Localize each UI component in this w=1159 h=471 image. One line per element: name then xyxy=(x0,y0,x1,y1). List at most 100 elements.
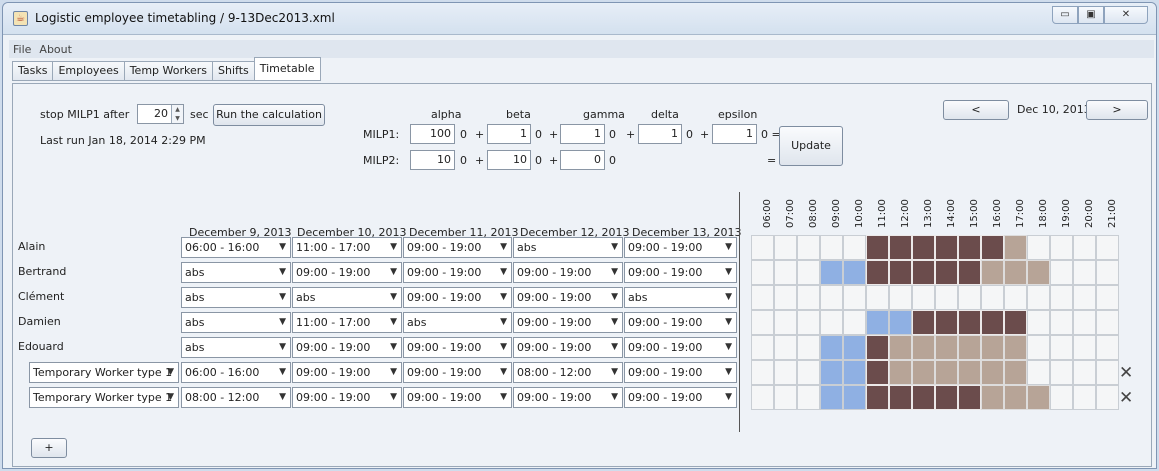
shift-dropdown[interactable]: 09:00 - 19:00 ▼ xyxy=(403,362,512,383)
remove-row-icon[interactable]: ✕ xyxy=(1119,388,1133,408)
menu-bar: File About xyxy=(9,40,1154,58)
chevron-down-icon: ▼ xyxy=(725,242,732,252)
shift-dropdown[interactable]: 09:00 - 19:00 ▼ xyxy=(513,262,623,283)
milp2-beta-input[interactable]: 10 xyxy=(487,150,531,170)
shift-dropdown[interactable]: 09:00 - 19:00 ▼ xyxy=(624,237,737,258)
milp1-gamma-input[interactable]: 1 xyxy=(560,124,605,144)
close-button[interactable]: ✕ xyxy=(1104,6,1148,24)
schedule-cell xyxy=(866,235,889,260)
maximize-button[interactable]: ▣ xyxy=(1078,6,1104,24)
hour-label: 12:00 xyxy=(894,194,916,234)
shift-dropdown[interactable]: abs ▼ xyxy=(181,287,291,308)
shift-dropdown[interactable]: 09:00 - 19:00 ▼ xyxy=(292,387,402,408)
shift-dropdown[interactable]: abs ▼ xyxy=(292,287,402,308)
shift-dropdown[interactable]: 06:00 - 16:00 ▼ xyxy=(181,237,291,258)
minimize-button[interactable]: ▭ xyxy=(1052,6,1078,24)
schedule-cell xyxy=(843,285,866,310)
schedule-cell xyxy=(889,260,912,285)
tab-temp-workers[interactable]: Temp Workers xyxy=(123,61,212,81)
temp-worker-type-dropdown[interactable]: Temporary Worker type 1 ▼ xyxy=(29,387,179,408)
shift-value: 09:00 - 19:00 xyxy=(296,341,371,354)
shift-dropdown[interactable]: 09:00 - 19:00 ▼ xyxy=(624,387,737,408)
shift-dropdown[interactable]: 08:00 - 12:00 ▼ xyxy=(513,362,623,383)
shift-value: 09:00 - 19:00 xyxy=(628,316,703,329)
shift-dropdown[interactable]: 09:00 - 19:00 ▼ xyxy=(403,337,512,358)
shift-value: 09:00 - 19:00 xyxy=(407,266,482,279)
schedule-cell xyxy=(866,360,889,385)
stop-label: stop MILP1 after xyxy=(40,108,130,121)
window-title: Logistic employee timetabling / 9-13Dec2… xyxy=(35,11,335,25)
schedule-cell xyxy=(981,310,1004,335)
spinner-arrows-icon[interactable]: ▲ ▼ xyxy=(171,105,183,123)
schedule-cell xyxy=(820,360,843,385)
prev-date-button[interactable]: < xyxy=(943,100,1009,120)
shift-dropdown[interactable]: 09:00 - 19:00 ▼ xyxy=(292,362,402,383)
menu-about[interactable]: About xyxy=(39,43,72,56)
shift-dropdown[interactable]: 09:00 - 19:00 ▼ xyxy=(513,387,623,408)
schedule-cell xyxy=(866,385,889,410)
shift-dropdown[interactable]: 09:00 - 19:00 ▼ xyxy=(292,337,402,358)
shift-dropdown[interactable]: 09:00 - 19:00 ▼ xyxy=(624,337,737,358)
shift-dropdown[interactable]: 11:00 - 17:00 ▼ xyxy=(292,312,402,333)
schedule-cell xyxy=(774,260,797,285)
java-app-icon: ☕ xyxy=(13,11,28,26)
tab-tasks[interactable]: Tasks xyxy=(12,61,53,81)
shift-dropdown[interactable]: 09:00 - 19:00 ▼ xyxy=(403,287,512,308)
tab-shifts[interactable]: Shifts xyxy=(212,61,254,81)
shift-dropdown[interactable]: abs ▼ xyxy=(181,262,291,283)
schedule-cell xyxy=(774,235,797,260)
schedule-cell xyxy=(1027,360,1050,385)
update-button[interactable]: Update xyxy=(779,126,843,166)
milp1-suffix-2: 0 xyxy=(609,128,616,141)
schedule-cell xyxy=(1004,285,1027,310)
shift-dropdown[interactable]: 11:00 - 17:00 ▼ xyxy=(292,237,402,258)
temp-worker-type-label: Temporary Worker type 1 xyxy=(33,366,173,379)
shift-dropdown[interactable]: abs ▼ xyxy=(181,337,291,358)
hour-label: 09:00 xyxy=(825,194,847,234)
menu-file[interactable]: File xyxy=(13,43,31,56)
hour-label-text: 20:00 xyxy=(1084,199,1095,228)
shift-dropdown[interactable]: 09:00 - 19:00 ▼ xyxy=(513,287,623,308)
sec-label: sec xyxy=(190,108,209,121)
remove-row-icon[interactable]: ✕ xyxy=(1119,363,1133,383)
next-date-button[interactable]: > xyxy=(1086,100,1148,120)
schedule-cell xyxy=(958,335,981,360)
milp1-epsilon-input[interactable]: 1 xyxy=(712,124,757,144)
run-calculation-button[interactable]: Run the calculation xyxy=(213,104,325,126)
hour-label: 11:00 xyxy=(871,194,893,234)
shift-dropdown[interactable]: 09:00 - 19:00 ▼ xyxy=(624,312,737,333)
add-temp-worker-button[interactable]: + xyxy=(31,438,67,458)
tab-employees[interactable]: Employees xyxy=(52,61,124,81)
hour-label-text: 14:00 xyxy=(946,199,957,228)
schedule-cell xyxy=(1073,310,1096,335)
schedule-cell xyxy=(1027,335,1050,360)
milp1-delta-input[interactable]: 1 xyxy=(638,124,682,144)
shift-value: 09:00 - 19:00 xyxy=(296,266,371,279)
shift-dropdown[interactable]: abs ▼ xyxy=(403,312,512,333)
milp1-alpha-input[interactable]: 100 xyxy=(410,124,455,144)
shift-dropdown[interactable]: 06:00 - 16:00 ▼ xyxy=(181,362,291,383)
chevron-down-icon: ▼ xyxy=(279,392,286,402)
shift-dropdown[interactable]: abs ▼ xyxy=(513,237,623,258)
shift-dropdown[interactable]: 09:00 - 19:00 ▼ xyxy=(403,262,512,283)
temp-worker-type-label: Temporary Worker type 1 xyxy=(33,391,173,404)
shift-dropdown[interactable]: abs ▼ xyxy=(181,312,291,333)
shift-dropdown[interactable]: abs ▼ xyxy=(624,287,737,308)
shift-dropdown[interactable]: 09:00 - 19:00 ▼ xyxy=(513,312,623,333)
shift-dropdown[interactable]: 09:00 - 19:00 ▼ xyxy=(403,387,512,408)
shift-dropdown[interactable]: 09:00 - 19:00 ▼ xyxy=(513,337,623,358)
stop-seconds-spinner[interactable]: 20 ▲ ▼ xyxy=(137,104,184,124)
milp2-gamma-input[interactable]: 0 xyxy=(560,150,605,170)
shift-dropdown[interactable]: 09:00 - 19:00 ▼ xyxy=(292,262,402,283)
chevron-down-icon: ▼ xyxy=(390,342,397,352)
temp-worker-type-dropdown[interactable]: Temporary Worker type 1 ▼ xyxy=(29,362,179,383)
chevron-down-icon: ▼ xyxy=(725,392,732,402)
shift-dropdown[interactable]: 08:00 - 12:00 ▼ xyxy=(181,387,291,408)
shift-dropdown[interactable]: 09:00 - 19:00 ▼ xyxy=(624,262,737,283)
shift-dropdown[interactable]: 09:00 - 19:00 ▼ xyxy=(403,237,512,258)
milp2-alpha-input[interactable]: 10 xyxy=(410,150,455,170)
milp1-beta-input[interactable]: 1 xyxy=(487,124,531,144)
app-window: ☕ Logistic employee timetabling / 9-13De… xyxy=(2,2,1157,469)
shift-dropdown[interactable]: 09:00 - 19:00 ▼ xyxy=(624,362,737,383)
tab-timetable[interactable]: Timetable xyxy=(253,57,321,81)
